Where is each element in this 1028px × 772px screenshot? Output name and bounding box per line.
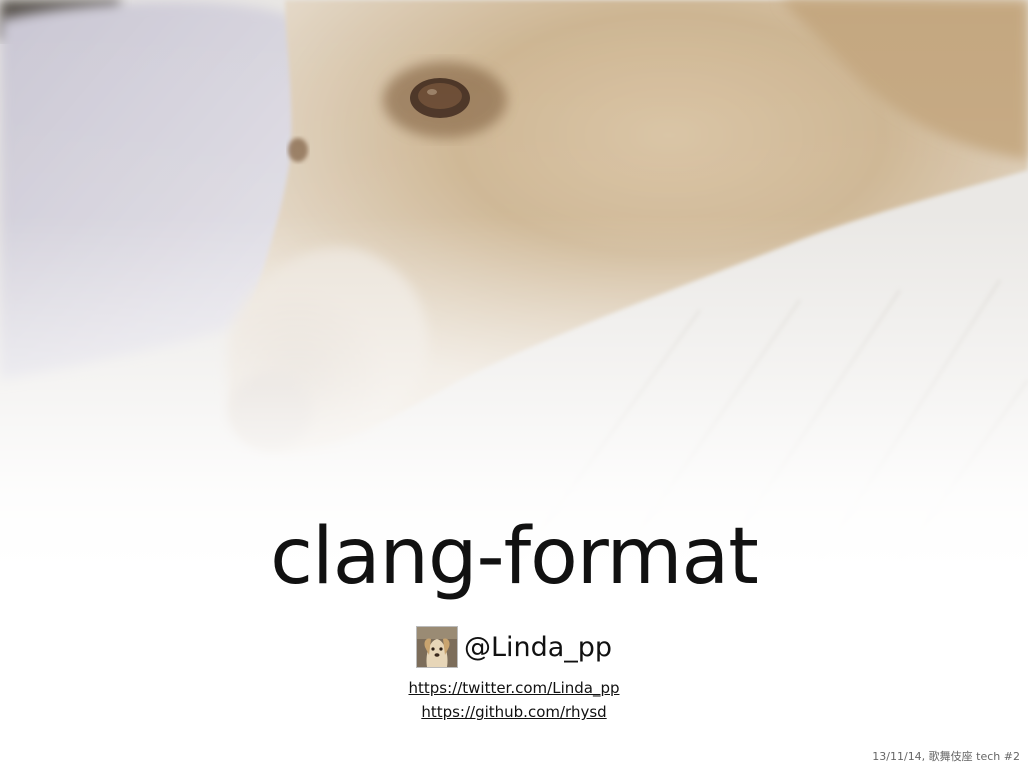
profile-links: https://twitter.com/Linda_pp https://git… [0, 676, 1028, 724]
background-dog-photo [0, 0, 1028, 580]
dog-avatar-icon [415, 626, 458, 668]
author-handle: @Linda_pp [463, 631, 613, 663]
twitter-link[interactable]: https://twitter.com/Linda_pp [0, 676, 1028, 700]
slide: clang-format @Linda_pp https://twitter.c… [0, 0, 1028, 772]
author-line: @Linda_pp [0, 626, 1028, 668]
github-link[interactable]: https://github.com/rhysd [0, 700, 1028, 724]
slide-title: clang-format [270, 512, 759, 602]
slide-footer: 13/11/14, 歌舞伎座 tech #2 [872, 750, 1020, 763]
